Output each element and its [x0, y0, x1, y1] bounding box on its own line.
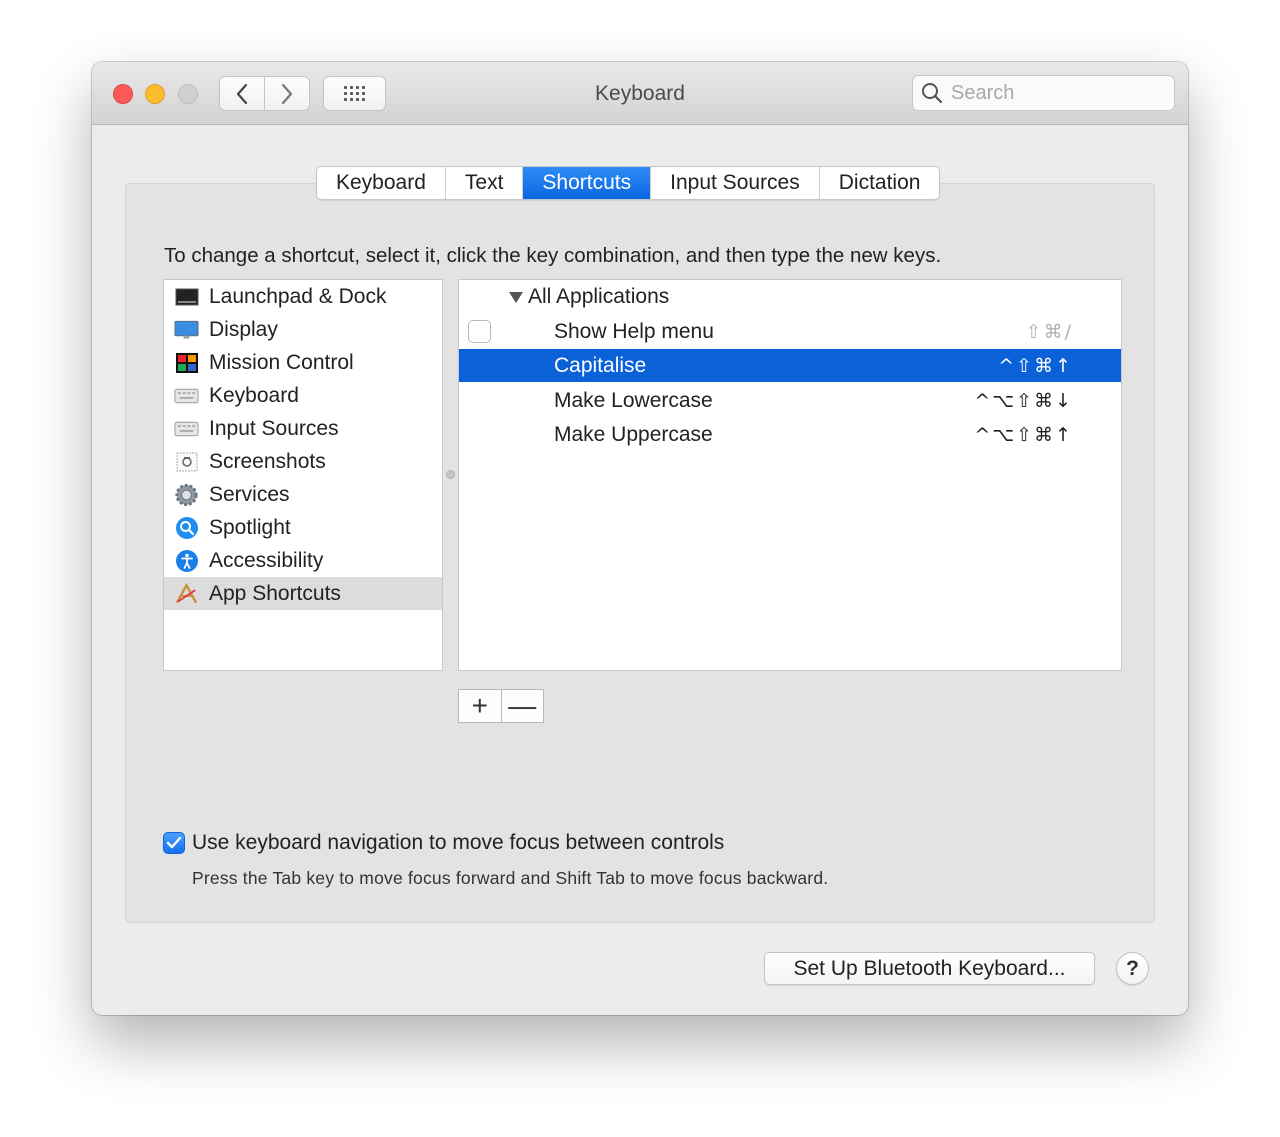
shortcut-keys[interactable]: ^⌥⇧⌘↓	[974, 390, 1073, 412]
add-shortcut-button[interactable]: +	[459, 690, 502, 722]
category-label: Launchpad & Dock	[209, 284, 387, 308]
show-all-button[interactable]	[323, 76, 386, 111]
category-label: Services	[209, 482, 290, 506]
grid-icon	[344, 86, 365, 101]
add-remove-buttons: + —	[458, 689, 544, 723]
group-label: All Applications	[528, 284, 670, 308]
tab-shortcuts[interactable]: Shortcuts	[523, 167, 652, 199]
screenshots-icon	[174, 449, 199, 474]
shortcut-name: Make Uppercase	[554, 422, 713, 446]
keyboard-navigation-hint: Press the Tab key to move focus forward …	[192, 868, 829, 888]
instructions-text: To change a shortcut, select it, click t…	[164, 244, 942, 267]
category-input-sources[interactable]: Input Sources	[164, 412, 442, 445]
keyboard-navigation-label[interactable]: Use keyboard navigation to move focus be…	[192, 831, 724, 855]
category-keyboard[interactable]: Keyboard	[164, 379, 442, 412]
shortcut-enable-checkbox[interactable]	[468, 320, 491, 343]
category-label: Mission Control	[209, 350, 354, 374]
forward-button[interactable]	[265, 77, 309, 110]
app-shortcuts-icon	[174, 581, 199, 606]
category-accessibility[interactable]: Accessibility	[164, 544, 442, 577]
minimize-window-button[interactable]	[145, 84, 165, 104]
back-button[interactable]	[220, 77, 265, 110]
search-input[interactable]	[951, 81, 1171, 105]
title-bar: Keyboard	[92, 62, 1188, 125]
chevron-right-icon	[281, 83, 293, 104]
shortcut-name: Make Lowercase	[554, 388, 713, 412]
category-launchpad-dock[interactable]: Launchpad & Dock	[164, 280, 442, 313]
category-screenshots[interactable]: Screenshots	[164, 445, 442, 478]
navigation-buttons	[219, 76, 310, 111]
accessibility-icon	[174, 548, 199, 573]
checkmark-icon	[166, 836, 182, 849]
category-label: Keyboard	[209, 383, 299, 407]
close-window-button[interactable]	[113, 84, 133, 104]
shortcut-row-make-lowercase[interactable]: Make Lowercase ^⌥⇧⌘↓	[459, 384, 1121, 417]
spotlight-icon	[174, 515, 199, 540]
category-app-shortcuts[interactable]: App Shortcuts	[164, 577, 442, 610]
search-field[interactable]	[912, 75, 1175, 111]
category-display[interactable]: Display	[164, 313, 442, 346]
search-icon	[922, 83, 943, 104]
services-gear-icon	[174, 482, 199, 507]
group-row-all-applications[interactable]: All Applications	[459, 280, 1121, 313]
help-button[interactable]: ?	[1116, 952, 1149, 985]
split-view-handle[interactable]	[446, 470, 455, 479]
shortcut-row-capitalise[interactable]: Capitalise ^⇧⌘↑	[459, 349, 1121, 382]
disclosure-triangle-icon[interactable]	[509, 292, 523, 303]
keyboard-navigation-checkbox[interactable]	[163, 832, 185, 854]
tab-dictation[interactable]: Dictation	[820, 167, 940, 199]
category-spotlight[interactable]: Spotlight	[164, 511, 442, 544]
category-mission-control[interactable]: Mission Control	[164, 346, 442, 379]
category-label: Spotlight	[209, 515, 291, 539]
launchpad-dock-icon	[174, 284, 199, 309]
tab-keyboard[interactable]: Keyboard	[317, 167, 446, 199]
setup-bluetooth-keyboard-button[interactable]: Set Up Bluetooth Keyboard...	[764, 952, 1095, 985]
shortcut-row-make-uppercase[interactable]: Make Uppercase ^⌥⇧⌘↑	[459, 418, 1121, 451]
mission-control-icon	[174, 350, 199, 375]
input-sources-icon	[174, 416, 199, 441]
category-label: Accessibility	[209, 548, 324, 572]
shortcut-keys[interactable]: ⇧⌘/	[1026, 321, 1073, 343]
keyboard-icon	[174, 383, 199, 408]
display-icon	[174, 317, 199, 342]
category-label: Input Sources	[209, 416, 339, 440]
shortcuts-list: All Applications Show Help menu ⇧⌘/ Capi…	[458, 279, 1122, 671]
category-services[interactable]: Services	[164, 478, 442, 511]
zoom-window-button[interactable]	[178, 84, 198, 104]
shortcut-row-show-help-menu[interactable]: Show Help menu ⇧⌘/	[459, 315, 1121, 348]
shortcut-keys[interactable]: ^⌥⇧⌘↑	[974, 424, 1073, 446]
category-list: Launchpad & Dock Display Mission Control…	[163, 279, 443, 671]
category-label: Screenshots	[209, 449, 326, 473]
chevron-left-icon	[236, 83, 248, 104]
category-label: Display	[209, 317, 278, 341]
shortcut-name: Capitalise	[554, 353, 647, 377]
remove-shortcut-button[interactable]: —	[502, 690, 544, 722]
category-label: App Shortcuts	[209, 581, 341, 605]
shortcut-keys[interactable]: ^⇧⌘↑	[998, 355, 1073, 377]
keyboard-navigation-option: Use keyboard navigation to move focus be…	[163, 831, 724, 855]
shortcut-name: Show Help menu	[554, 319, 714, 343]
preferences-window: Keyboard Keyboard Text Shortcuts Input S…	[92, 62, 1188, 1015]
tab-input-sources[interactable]: Input Sources	[651, 167, 820, 199]
tab-text[interactable]: Text	[446, 167, 524, 199]
tab-bar: Keyboard Text Shortcuts Input Sources Di…	[316, 166, 941, 200]
